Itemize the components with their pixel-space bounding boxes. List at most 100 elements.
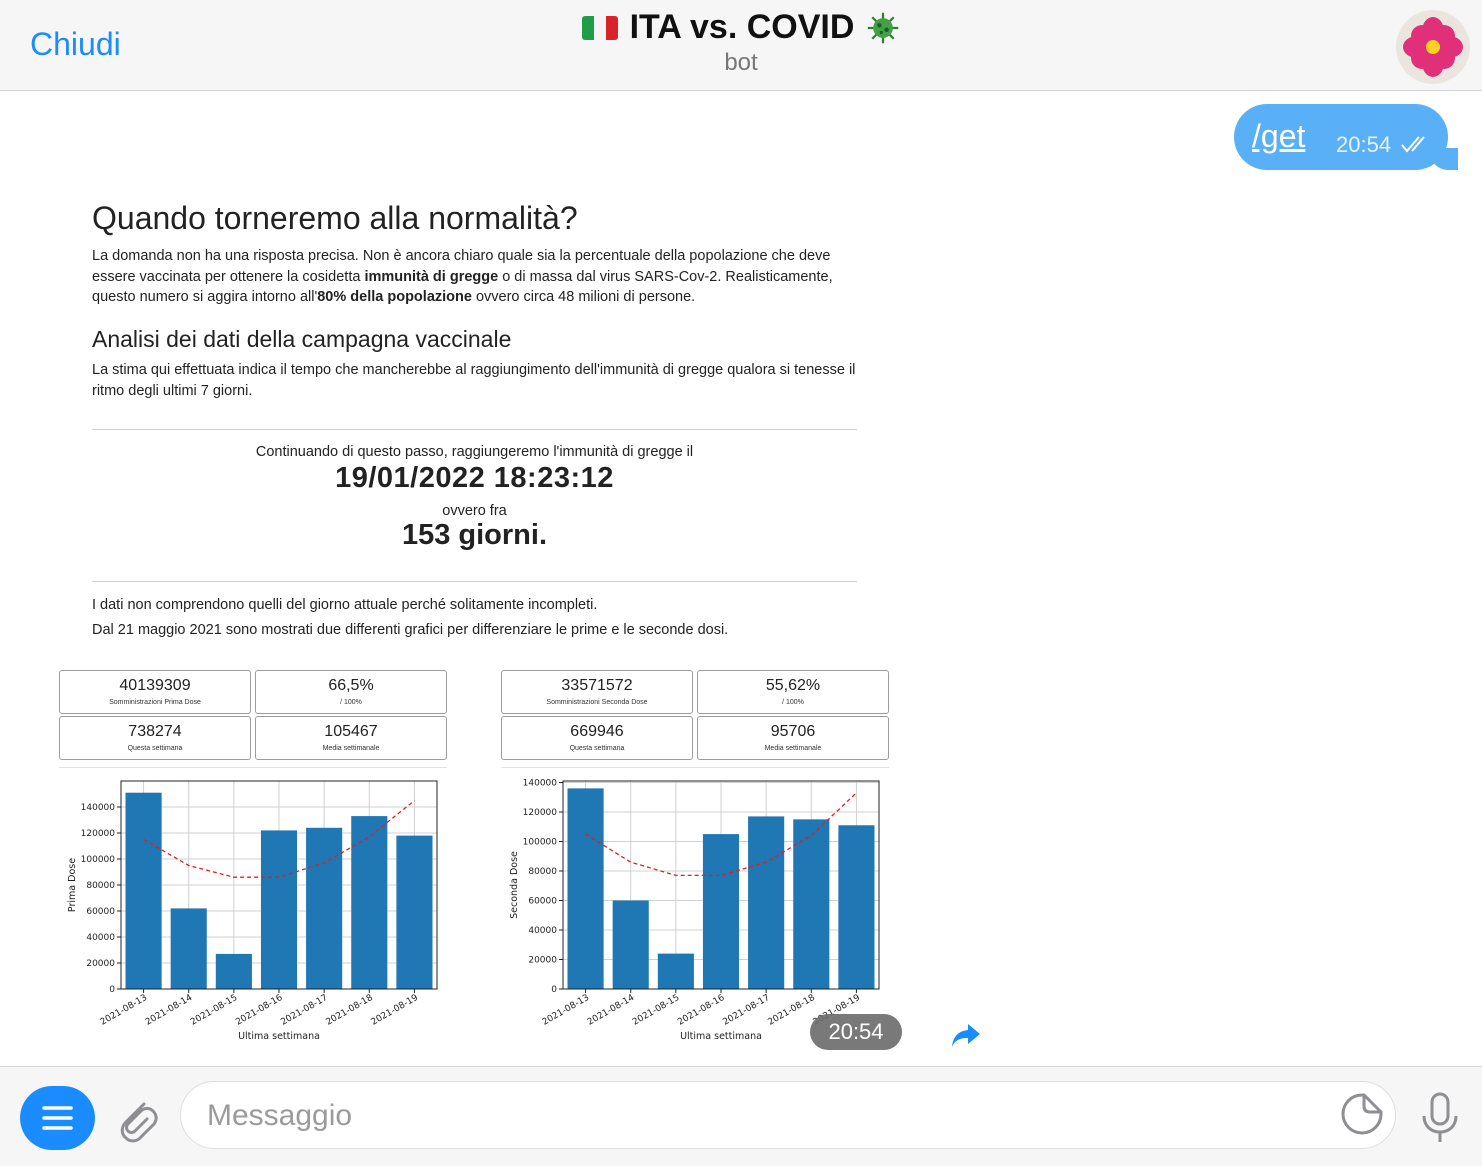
y-tick-label: 140000 — [81, 803, 116, 813]
x-tick-label: 2021-08-18 — [324, 993, 375, 1028]
sticker-icon[interactable] — [1340, 1092, 1384, 1136]
stat-value: 66,5% — [328, 677, 374, 694]
analysis-paragraph: La stima qui effettuata indica il tempo … — [92, 362, 856, 399]
bar — [838, 825, 875, 989]
top-bar: Chiudi ITA vs. COVID bot — [0, 0, 1482, 91]
notes: I dati non comprendono quelli del giorno… — [92, 593, 857, 643]
message-input-wrap[interactable] — [180, 1081, 1396, 1149]
stat-box: 66,5% / 100% — [255, 670, 447, 714]
stat-label: Questa settimana — [127, 745, 183, 752]
x-tick-label: 2021-08-17 — [721, 993, 771, 1028]
bot-menu-button[interactable] — [20, 1086, 95, 1150]
note-text: I dati non comprendono quelli del giorno… — [92, 597, 598, 613]
x-tick-label: 2021-08-15 — [189, 993, 239, 1028]
stat-label: Media settimanale — [322, 745, 380, 752]
y-axis-label: Prima Dose — [67, 858, 78, 912]
y-tick-label: 140000 — [523, 778, 558, 788]
x-tick-label: 2021-08-16 — [234, 993, 285, 1028]
x-tick-label: 2021-08-13 — [99, 993, 149, 1028]
y-tick-label: 40000 — [528, 926, 557, 936]
stat-box: 738274 Questa settimana — [59, 716, 251, 760]
divider — [59, 767, 447, 768]
divider — [92, 429, 857, 430]
divider — [501, 767, 889, 768]
menu-icon — [42, 1106, 73, 1130]
chat-title-area[interactable]: ITA vs. COVID bot — [0, 8, 1482, 77]
chat-title: ITA vs. COVID — [581, 8, 901, 47]
y-tick-label: 80000 — [528, 867, 557, 877]
bar — [125, 792, 162, 989]
stat-value: 669946 — [570, 723, 624, 740]
stat-box: 40139309 Somministrazioni Prima Dose — [59, 670, 251, 714]
x-tick-label: 2021-08-18 — [766, 993, 817, 1028]
estimate-date: 19/01/2022 18:23:12 — [335, 462, 614, 494]
stat-label: Media settimanale — [764, 745, 822, 752]
x-tick-label: 2021-08-14 — [144, 993, 195, 1028]
stat-box: 33571572 Somministrazioni Seconda Dose — [501, 670, 693, 714]
message-input[interactable] — [205, 1092, 1309, 1140]
flower-avatar-icon — [1403, 17, 1463, 77]
stat-value: 55,62% — [765, 677, 821, 694]
y-tick-label: 80000 — [86, 881, 115, 891]
first-dose-chart: 0 20000 40000 60000 80000 100000 120000 140000 2… — [67, 780, 438, 1042]
bar — [657, 953, 694, 989]
x-tick-label: 2021-08-16 — [676, 993, 727, 1028]
bar — [396, 835, 433, 989]
photo-timestamp: 20:54 — [810, 1014, 902, 1050]
stat-box: 95706 Media settimanale — [697, 716, 889, 760]
article: Quando torneremo alla normalità? La doma… — [92, 196, 857, 402]
chat-title-text: ITA vs. COVID — [629, 8, 855, 46]
y-tick-label: 40000 — [86, 933, 115, 943]
command-link[interactable]: /get — [1252, 118, 1305, 155]
y-tick-label: 20000 — [86, 959, 115, 969]
share-icon[interactable] — [950, 1020, 982, 1050]
bar — [306, 827, 343, 989]
days-remaining: 153 giorni. — [401, 519, 548, 551]
stat-value: 33571572 — [561, 677, 633, 694]
stat-value: 95706 — [770, 723, 816, 740]
chat-subtitle: bot — [724, 49, 758, 76]
x-axis-label: Ultima settimana — [680, 1031, 762, 1042]
attach-icon[interactable] — [114, 1092, 160, 1148]
y-tick-label: 0 — [551, 985, 557, 995]
x-tick-label: 2021-08-17 — [279, 993, 329, 1028]
section-title: Analisi dei dati della campagna vaccinal… — [92, 326, 512, 353]
y-tick-label: 20000 — [528, 955, 557, 965]
estimate-block: Continuando di questo passo, raggiungere… — [92, 444, 857, 552]
italy-flag-icon — [581, 15, 618, 40]
bar — [793, 819, 830, 989]
message-time: 20:54 — [1336, 132, 1392, 157]
stat-value: 40139309 — [119, 677, 191, 694]
stat-label: Somministrazioni Prima Dose — [109, 699, 201, 706]
stat-label: / 100% — [340, 699, 362, 706]
bar — [567, 788, 604, 989]
y-tick-label: 120000 — [523, 808, 558, 818]
y-tick-label: 100000 — [523, 837, 558, 847]
y-tick-label: 60000 — [528, 896, 557, 906]
y-tick-label: 0 — [109, 985, 115, 995]
stat-box: 669946 Questa settimana — [501, 716, 693, 760]
mic-icon[interactable] — [1420, 1090, 1460, 1146]
stat-box: 55,62% / 100% — [697, 670, 889, 714]
stat-value: 105467 — [324, 723, 378, 740]
bar — [748, 816, 785, 989]
y-tick-label: 60000 — [86, 907, 115, 917]
virus-icon — [868, 12, 899, 43]
x-tick-label: 2021-08-13 — [541, 993, 591, 1028]
outgoing-message[interactable]: /get 20:54 — [1234, 104, 1448, 170]
x-tick-label: 2021-08-14 — [586, 993, 637, 1028]
note-text: Dal 21 maggio 2021 sono mostrati due dif… — [92, 622, 729, 638]
avatar[interactable] — [1396, 10, 1470, 84]
bar — [702, 834, 740, 989]
x-axis-label: Ultima settimana — [238, 1031, 320, 1042]
bar — [215, 953, 252, 989]
y-tick-label: 120000 — [81, 829, 116, 839]
second-dose-chart: 0 20000 40000 60000 80000 100000 120000 140000 2… — [509, 778, 880, 1042]
bar — [351, 816, 388, 989]
stat-value: 738274 — [128, 723, 182, 740]
divider — [92, 581, 857, 582]
y-axis-label: Seconda Dose — [509, 851, 520, 919]
x-tick-label: 2021-08-19 — [370, 993, 421, 1028]
bar — [260, 830, 298, 989]
ovvero-text: ovvero fra — [442, 503, 507, 519]
